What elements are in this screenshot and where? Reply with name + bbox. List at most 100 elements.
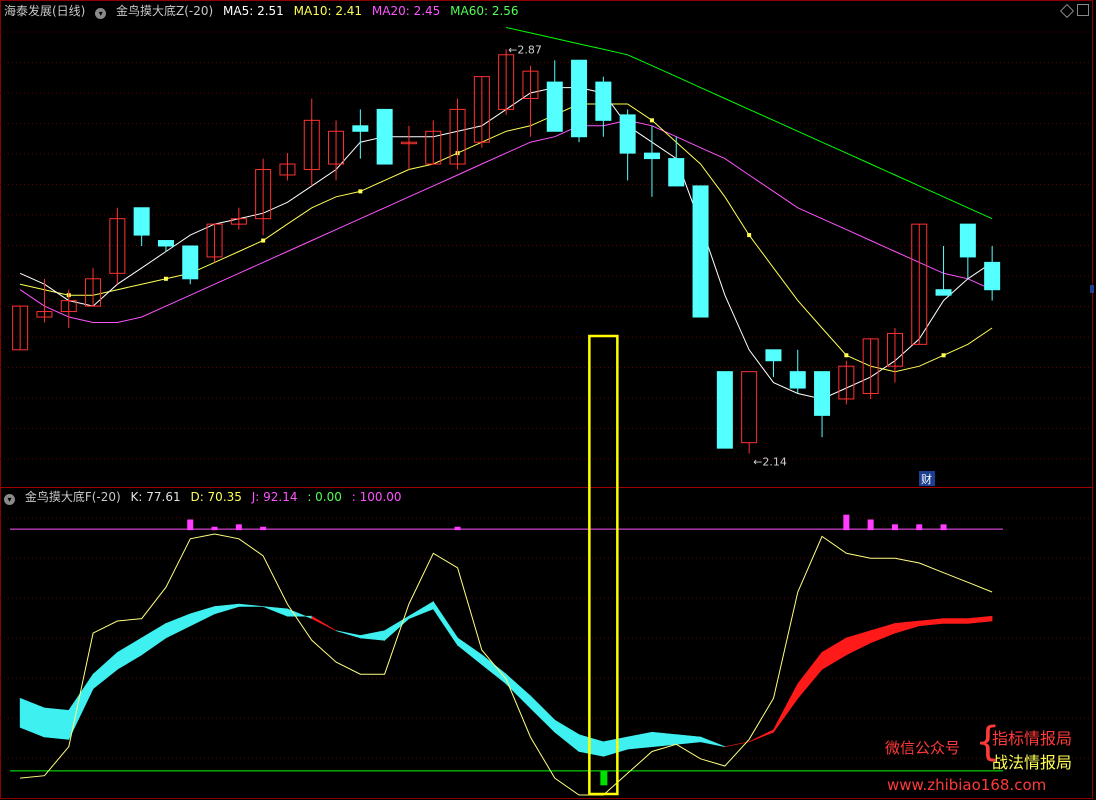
kd-ribbon-segment bbox=[336, 630, 361, 639]
kd-ribbon-segment bbox=[238, 603, 264, 607]
watermark-line1: 指标情报局 bbox=[992, 729, 1073, 748]
ma10-line-marker bbox=[747, 233, 752, 238]
grid-layer bbox=[0, 0, 1093, 799]
candle-body bbox=[546, 81, 563, 132]
kd-ribbon-segment bbox=[141, 622, 167, 656]
ma10-label: MA10: 2.41 bbox=[293, 4, 363, 18]
candle-body bbox=[352, 125, 369, 132]
bottom-signal-bar bbox=[600, 770, 608, 786]
sub-indicator-name: 金鸟摸大底F(-20) bbox=[24, 490, 121, 504]
kd-ribbon-segment bbox=[797, 651, 823, 700]
candle-body bbox=[741, 371, 758, 444]
kd-ribbon-segment bbox=[943, 618, 969, 624]
candle-body bbox=[716, 371, 733, 449]
edge-marker bbox=[1090, 285, 1094, 293]
chart-canvas: ←2.87 ←2.14 财 bbox=[0, 0, 1094, 799]
candle-body bbox=[984, 261, 1001, 291]
kd-ribbon-segment bbox=[359, 630, 385, 641]
ma10-line-marker bbox=[941, 353, 946, 358]
kd-ribbon-segment bbox=[554, 719, 580, 753]
d-label: D: 70.35 bbox=[190, 490, 242, 504]
ma10-line-marker bbox=[844, 353, 849, 358]
j-line bbox=[20, 533, 993, 796]
candle-body bbox=[935, 289, 952, 296]
kd-ribbon-segment bbox=[821, 637, 847, 670]
kd-ribbon-segment bbox=[481, 654, 507, 685]
indicator-name: 金鸟摸大底Z(-20) bbox=[116, 4, 214, 18]
kd-ribbon-segment bbox=[117, 637, 142, 670]
candle-body bbox=[643, 152, 660, 160]
candle-body bbox=[376, 108, 393, 165]
watermark-line2: 战法情报局 bbox=[992, 753, 1073, 772]
signal-highlight-box bbox=[588, 334, 619, 796]
watermark-url: www.zhibiao168.com bbox=[887, 776, 1047, 794]
kd-ribbon-segment bbox=[846, 630, 871, 656]
kd-ribbon-segment bbox=[262, 606, 288, 617]
kd-ribbon-segment bbox=[967, 615, 993, 624]
main-pane: ←2.87 ←2.14 财 bbox=[12, 27, 1094, 486]
kd-ribbon-segment bbox=[408, 601, 434, 620]
kd-ribbon-segment bbox=[578, 734, 604, 757]
candle-body bbox=[692, 185, 709, 318]
ma10-line-marker bbox=[358, 189, 363, 194]
kd-ribbon-segment bbox=[19, 697, 45, 738]
zero-label: : 0.00 bbox=[307, 490, 342, 504]
candle-body bbox=[765, 349, 782, 362]
ma10-line-marker bbox=[261, 238, 266, 243]
overbought-bar bbox=[235, 524, 242, 531]
ma20-label: MA20: 2.45 bbox=[371, 4, 441, 18]
kd-ribbon-segment bbox=[651, 731, 677, 748]
kd-ribbon-segment bbox=[214, 603, 240, 615]
overbought-bar bbox=[867, 519, 874, 531]
outer-frame bbox=[0, 0, 1093, 799]
j-label: J: 92.14 bbox=[251, 490, 298, 504]
kd-ribbon-segment bbox=[190, 606, 215, 627]
k-label: K: 77.61 bbox=[130, 490, 181, 504]
overbought-bar bbox=[891, 524, 898, 531]
kd-ribbon-segment bbox=[773, 683, 799, 734]
kd-ribbon-segment bbox=[92, 651, 118, 690]
overbought-bar bbox=[843, 514, 850, 531]
cai-badge-text: 财 bbox=[921, 472, 932, 486]
candle-body bbox=[619, 114, 636, 154]
overbought-bar bbox=[260, 526, 267, 531]
candle-body bbox=[595, 81, 612, 121]
ma60-label: MA60: 2.56 bbox=[450, 4, 519, 18]
candle-body bbox=[814, 371, 831, 416]
kd-ribbon-segment bbox=[165, 613, 191, 639]
candle-body bbox=[571, 59, 588, 138]
ma20-line bbox=[19, 119, 993, 323]
hundred-label: : 100.00 bbox=[351, 490, 402, 504]
stock-title: 海泰发展(日线) bbox=[4, 4, 86, 18]
low-price-label: ←2.14 bbox=[753, 456, 787, 469]
overbought-bar bbox=[916, 524, 923, 531]
kd-ribbon-segment bbox=[311, 615, 337, 631]
kd-ribbon-segment bbox=[505, 673, 531, 709]
watermark-wechat: 微信公众号 bbox=[885, 739, 961, 757]
candle-body bbox=[182, 245, 199, 280]
kd-ribbon-segment bbox=[918, 618, 944, 627]
sub-header: ▾ 金鸟摸大底F(-20) K: 77.61 D: 70.35 J: 92.14… bbox=[4, 488, 408, 506]
candle-body bbox=[157, 240, 174, 247]
sub-indicator-toggle-icon[interactable]: ▾ bbox=[4, 494, 15, 505]
candle-body bbox=[789, 371, 806, 389]
indicator-toggle-icon[interactable]: ▾ bbox=[95, 8, 107, 19]
kd-ribbon-segment bbox=[675, 734, 701, 745]
candle-body bbox=[668, 158, 685, 187]
ma10-line bbox=[19, 103, 993, 373]
kd-ribbon-segment bbox=[44, 707, 70, 740]
kd-ribbon-segment bbox=[530, 695, 556, 733]
kd-ribbon-segment bbox=[627, 731, 653, 750]
window-square-icon[interactable] bbox=[1077, 4, 1089, 16]
main-header: 海泰发展(日线) ▾ 金鸟摸大底Z(-20) MA5: 2.51 MA10: 2… bbox=[4, 2, 525, 20]
overbought-bar bbox=[454, 526, 461, 531]
overbought-bar bbox=[940, 524, 947, 531]
kd-ribbon-segment bbox=[870, 622, 896, 644]
sub-pane bbox=[10, 334, 1003, 796]
kd-ribbon-segment bbox=[457, 637, 483, 666]
ma10-line-marker bbox=[163, 276, 168, 281]
kd-ribbon-segment bbox=[603, 736, 628, 757]
candle-body bbox=[133, 207, 150, 236]
kd-ribbon-segment bbox=[748, 729, 774, 743]
ma10-line-marker bbox=[649, 118, 654, 123]
